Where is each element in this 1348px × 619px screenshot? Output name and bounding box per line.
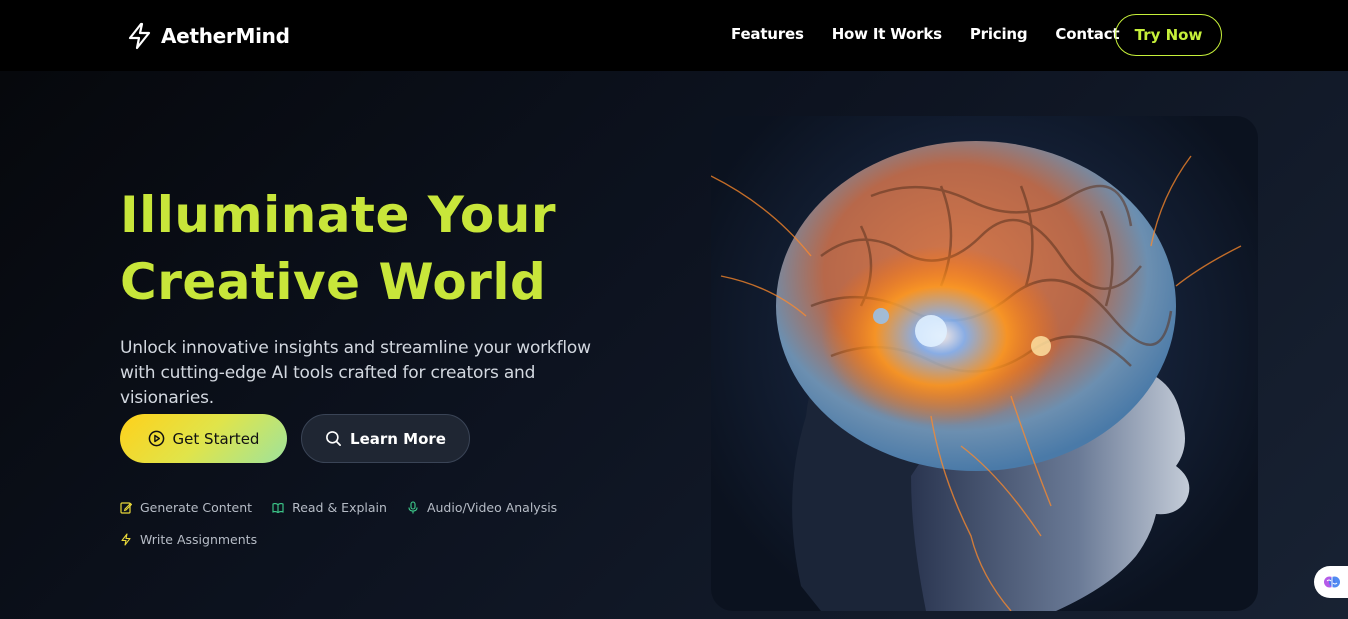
brain-chat-icon [1324, 576, 1340, 588]
hero-brain-image [711, 116, 1258, 611]
hero-title: Illuminate Your Creative World [120, 182, 660, 316]
nav-link-pricing[interactable]: Pricing [970, 25, 1028, 43]
play-circle-icon [148, 430, 164, 447]
feature-read-explain: Read & Explain [272, 498, 387, 516]
nav-link-how-it-works[interactable]: How It Works [832, 25, 942, 43]
hero-title-line-2: Creative World [120, 253, 547, 311]
lightning-bolt-icon [128, 22, 151, 50]
lightning-bolt-icon [121, 532, 131, 546]
try-now-button[interactable]: Try Now [1115, 14, 1222, 56]
learn-more-label: Learn More [350, 429, 446, 448]
nav-link-contact[interactable]: Contact [1055, 25, 1119, 43]
feature-label: Audio/Video Analysis [426, 499, 558, 515]
nav-link-features[interactable]: Features [731, 25, 804, 43]
book-open-icon [272, 502, 284, 513]
navbar: AetherMind Features How It Works Pricing… [0, 0, 1348, 71]
feature-write-assignments: Write Assignments [120, 530, 257, 548]
nav-links: Features How It Works Pricing Contact [731, 25, 1120, 43]
hero-subtitle: Unlock innovative insights and streamlin… [120, 338, 591, 408]
feature-label: Generate Content [140, 499, 253, 515]
feature-generate-content: Generate Content [120, 498, 252, 516]
glowing-brain-illustration [711, 141, 1242, 611]
hero-title-line-1: Illuminate Your [120, 186, 556, 244]
feature-list: Generate Content Read & Explain Audio/Vi… [120, 498, 680, 548]
brand-logo-link[interactable]: AetherMind [127, 21, 290, 51]
search-icon [326, 431, 341, 446]
learn-more-button[interactable]: Learn More [301, 414, 470, 463]
chat-widget-button[interactable] [1314, 566, 1348, 598]
edit-icon [120, 501, 132, 514]
feature-label: Read & Explain [292, 499, 387, 515]
microphone-icon [408, 500, 418, 513]
feature-audio-video-analysis: Audio/Video Analysis [407, 498, 557, 516]
get-started-label: Get Started [172, 429, 260, 448]
feature-label: Write Assignments [140, 531, 258, 547]
brand-name: AetherMind [161, 24, 290, 48]
get-started-button[interactable]: Get Started [120, 414, 287, 463]
